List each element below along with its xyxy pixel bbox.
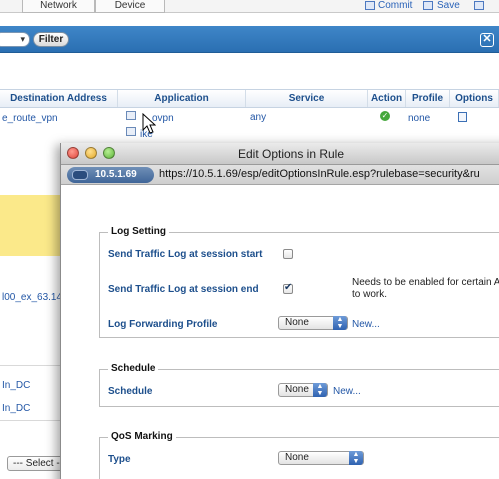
select-dropdown[interactable]: --- Select -- bbox=[7, 456, 67, 471]
top-tab-bar: Network Device Commit Save bbox=[0, 0, 499, 13]
allow-action-icon: ✓ bbox=[380, 111, 390, 121]
column-profile[interactable]: Profile bbox=[406, 90, 450, 107]
list-item[interactable]: In_DC bbox=[2, 380, 30, 391]
column-destination-address[interactable]: Destination Address bbox=[0, 90, 118, 107]
updown-arrow-icon: ▲ ▼ bbox=[313, 383, 327, 397]
save-link[interactable]: Save bbox=[437, 0, 460, 11]
list-item[interactable]: l00_ex_63.145 bbox=[2, 292, 68, 303]
row-divider bbox=[0, 365, 60, 366]
service-value[interactable]: any bbox=[250, 112, 266, 123]
log-forwarding-profile-value: None bbox=[285, 317, 309, 328]
dialog-title: Edit Options in Rule bbox=[237, 147, 345, 161]
schedule-select[interactable]: None ▲ ▼ bbox=[278, 383, 328, 397]
column-action[interactable]: Action bbox=[368, 90, 406, 107]
traffic-log-start-label: Send Traffic Log at session start bbox=[108, 249, 263, 260]
traffic-log-note: Needs to be enabled for certain AC to wo… bbox=[352, 277, 499, 301]
tab-network[interactable]: Network bbox=[22, 0, 95, 13]
profile-value[interactable]: none bbox=[408, 113, 430, 124]
qos-type-value: None bbox=[285, 452, 309, 463]
filter-select[interactable]: ▾ bbox=[0, 32, 30, 47]
site-identity[interactable]: 10.5.1.69 bbox=[67, 167, 154, 183]
toolbar-icon[interactable] bbox=[474, 1, 484, 10]
mouse-cursor-icon bbox=[142, 113, 156, 134]
close-icon[interactable]: ✕ bbox=[480, 33, 494, 47]
note-line-2: to work. bbox=[352, 289, 388, 300]
traffic-log-end-label: Send Traffic Log at session end bbox=[108, 284, 259, 295]
site-ip: 10.5.1.69 bbox=[95, 169, 137, 180]
updown-arrow-icon: ▲ ▼ bbox=[333, 316, 347, 330]
dialog-body: Log Setting Send Traffic Log at session … bbox=[61, 186, 499, 479]
filter-bar: ▾ Filter bbox=[0, 26, 499, 53]
qos-type-label: Type bbox=[108, 454, 131, 465]
schedule-label: Schedule bbox=[108, 386, 153, 397]
column-application[interactable]: Application bbox=[118, 90, 246, 107]
chevron-down-icon: ▾ bbox=[20, 34, 25, 44]
commit-icon bbox=[365, 1, 375, 10]
qos-type-select[interactable]: None ▲ ▼ bbox=[278, 451, 364, 465]
save-icon bbox=[423, 1, 433, 10]
traffic-log-end-checkbox[interactable] bbox=[283, 282, 293, 294]
table-header: Destination Address Application Service … bbox=[0, 89, 499, 108]
filter-button[interactable]: Filter bbox=[33, 32, 69, 47]
options-icon[interactable] bbox=[458, 112, 467, 122]
schedule-value: None bbox=[285, 384, 309, 395]
schedule-group: Schedule Schedule None ▲ ▼ New... bbox=[99, 363, 499, 407]
list-item[interactable]: In_DC bbox=[2, 403, 30, 414]
qos-marking-group: QoS Marking Type None ▲ ▼ bbox=[99, 431, 499, 479]
schedule-legend: Schedule bbox=[108, 363, 159, 374]
application-icon bbox=[126, 111, 136, 120]
destination-address-value[interactable]: e_route_vpn bbox=[2, 113, 58, 124]
site-icon bbox=[72, 170, 88, 180]
log-forwarding-profile-select[interactable]: None ▲ ▼ bbox=[278, 316, 348, 330]
commit-link[interactable]: Commit bbox=[378, 0, 412, 11]
log-setting-group: Log Setting Send Traffic Log at session … bbox=[99, 226, 499, 338]
dialog-titlebar[interactable]: Edit Options in Rule bbox=[61, 143, 499, 165]
qos-marking-legend: QoS Marking bbox=[108, 431, 176, 442]
new-schedule-link[interactable]: New... bbox=[333, 386, 361, 397]
new-log-forwarding-link[interactable]: New... bbox=[352, 319, 380, 330]
log-forwarding-profile-label: Log Forwarding Profile bbox=[108, 319, 218, 330]
application-icon bbox=[126, 127, 136, 136]
url-field[interactable]: https://10.5.1.69/esp/editOptionsInRule.… bbox=[159, 168, 480, 180]
edit-options-dialog: Edit Options in Rule 10.5.1.69 https://1… bbox=[60, 143, 499, 479]
row-divider bbox=[0, 420, 60, 421]
highlighted-row bbox=[0, 195, 60, 256]
tab-device[interactable]: Device bbox=[95, 0, 165, 13]
note-line-1: Needs to be enabled for certain AC bbox=[352, 277, 499, 288]
log-setting-legend: Log Setting bbox=[108, 226, 169, 237]
address-bar: 10.5.1.69 https://10.5.1.69/esp/editOpti… bbox=[61, 165, 499, 185]
column-service[interactable]: Service bbox=[246, 90, 368, 107]
traffic-log-start-checkbox[interactable] bbox=[283, 249, 293, 259]
column-options[interactable]: Options bbox=[450, 90, 499, 107]
updown-arrow-icon: ▲ ▼ bbox=[349, 451, 363, 465]
